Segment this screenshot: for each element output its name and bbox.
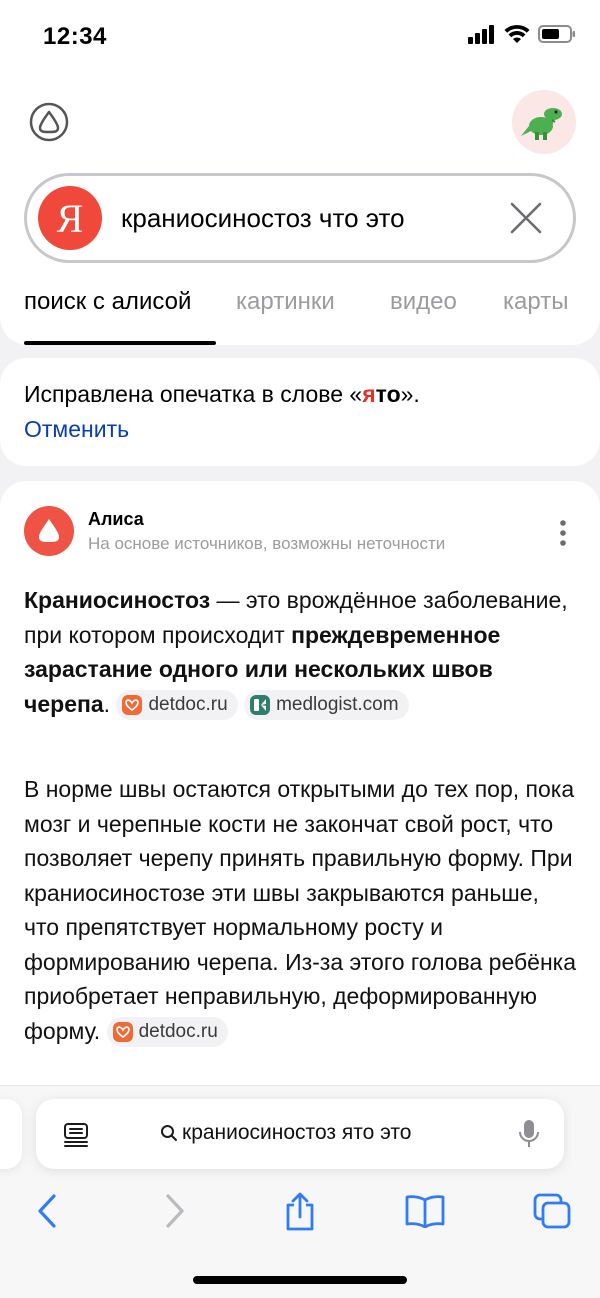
tabs-icon <box>533 1193 571 1229</box>
cancel-correction-link[interactable]: Отменить <box>24 416 129 443</box>
typo-word-part2: то <box>375 381 401 407</box>
tab-video[interactable]: видео <box>390 288 457 316</box>
address-query: краниосиностоз ято это <box>182 1121 412 1144</box>
alice-avatar <box>24 506 74 556</box>
search-tabs: поиск с алисой картинки видео карты <box>24 288 584 328</box>
tabs-button[interactable] <box>530 1189 574 1233</box>
bookmarks-button[interactable] <box>403 1189 447 1233</box>
search-box[interactable]: Я краниосиностоз что это <box>24 173 576 263</box>
alice-logo-icon <box>39 519 59 542</box>
microphone-icon[interactable] <box>518 1118 540 1150</box>
search-input[interactable]: краниосиностоз что это <box>121 203 405 234</box>
detdoc-favicon-icon <box>112 1022 133 1043</box>
source-chip-detdoc-2[interactable]: detdoc.ru <box>106 1017 228 1048</box>
more-vertical-icon[interactable] <box>555 519 571 547</box>
back-button[interactable] <box>25 1189 69 1233</box>
typo-prefix: Исправлена опечатка в слове « <box>24 381 363 407</box>
dinosaur-avatar-icon <box>521 108 562 140</box>
typo-word-part1: я <box>362 381 376 407</box>
close-icon[interactable] <box>509 201 543 235</box>
previous-tab-preview[interactable] <box>0 1099 22 1169</box>
alice-icon <box>29 102 69 142</box>
home-indicator <box>193 1276 407 1284</box>
source-chip-detdoc[interactable]: detdoc.ru <box>116 690 238 721</box>
tab-alice-search[interactable]: поиск с алисой <box>24 288 191 316</box>
forward-button[interactable] <box>153 1189 197 1233</box>
answer-text-3: В норме швы остаются открытыми до тех по… <box>24 776 577 1044</box>
share-button[interactable] <box>278 1189 322 1233</box>
typo-message: Исправлена опечатка в слове «ято». <box>24 381 420 408</box>
medlogist-favicon-icon <box>250 695 271 716</box>
active-tab-indicator <box>24 341 216 345</box>
yandex-logo[interactable]: Я <box>38 186 102 250</box>
chevron-left-icon <box>38 1194 56 1228</box>
alice-answer-card: Алиса На основе источников, возможны нет… <box>0 481 600 1121</box>
answer-author: Алиса <box>88 509 144 529</box>
status-icons <box>468 24 576 44</box>
typo-correction-card: Исправлена опечатка в слове «ято». Отмен… <box>0 358 600 466</box>
alice-button[interactable] <box>29 102 69 142</box>
header-panel: 12:34 Я краниосиностоз что это поиск с а… <box>0 0 600 345</box>
wifi-icon <box>504 24 530 43</box>
source-chip-label: detdoc.ru <box>138 1021 218 1043</box>
share-icon <box>286 1192 314 1231</box>
answer-disclaimer: На основе источников, возможны неточност… <box>88 534 446 553</box>
source-chip-label: detdoc.ru <box>148 694 228 716</box>
answer-term: Краниосиностоз <box>24 587 211 613</box>
avatar[interactable] <box>512 90 576 154</box>
answer-paragraph-1: Краниосиностоз — это врождённое заболева… <box>24 583 580 721</box>
search-icon <box>161 1125 177 1141</box>
tab-maps[interactable]: карты <box>503 288 568 316</box>
status-time: 12:34 <box>43 23 107 50</box>
chevron-right-icon <box>166 1194 184 1228</box>
navigation-row <box>0 1189 600 1239</box>
source-chip-medlogist[interactable]: medlogist.com <box>244 690 409 721</box>
reader-icon[interactable] <box>62 1121 90 1149</box>
cellular-signal-icon <box>468 25 494 44</box>
answer-paragraph-2: В норме швы остаются открытыми до тех по… <box>24 772 580 1048</box>
address-text[interactable]: краниосиностоз ято это <box>160 1121 411 1145</box>
source-chip-label: medlogist.com <box>276 694 399 716</box>
detdoc-favicon-icon <box>122 695 143 716</box>
status-bar: 12:34 <box>0 0 600 72</box>
address-bar[interactable]: краниосиностоз ято это <box>36 1099 564 1169</box>
browser-toolbar: краниосиностоз ято это <box>0 1085 600 1298</box>
battery-icon <box>538 25 575 43</box>
answer-text-2: . <box>103 690 111 717</box>
book-icon <box>405 1195 445 1228</box>
tab-images[interactable]: картинки <box>236 288 335 316</box>
typo-suffix: ». <box>400 381 420 407</box>
